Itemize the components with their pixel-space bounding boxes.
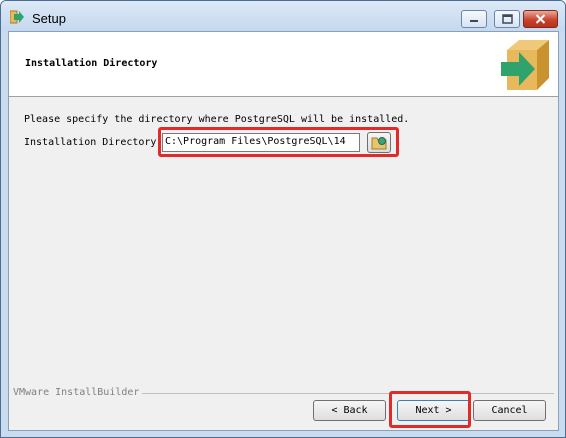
package-box-icon bbox=[501, 40, 549, 90]
setup-app-icon bbox=[10, 10, 24, 24]
install-dir-input[interactable]: C:\Program Files\PostgreSQL\14 bbox=[162, 133, 360, 152]
browse-button[interactable] bbox=[367, 132, 391, 153]
back-button[interactable]: < Back bbox=[313, 400, 386, 421]
page-header: Installation Directory bbox=[9, 32, 558, 97]
title-bar[interactable]: Setup bbox=[1, 1, 565, 31]
next-button[interactable]: Next > bbox=[397, 400, 470, 421]
minimize-button[interactable] bbox=[461, 10, 487, 28]
setup-window: Setup Installation Directory Please spec… bbox=[0, 0, 566, 438]
browse-folder-icon bbox=[371, 137, 387, 150]
close-button[interactable] bbox=[523, 10, 558, 28]
close-icon bbox=[535, 14, 546, 24]
window-title: Setup bbox=[32, 11, 66, 26]
page-title: Installation Directory bbox=[25, 58, 158, 69]
client-area: Installation Directory Please specify th… bbox=[8, 31, 559, 431]
cancel-button[interactable]: Cancel bbox=[473, 400, 546, 421]
maximize-button[interactable] bbox=[494, 10, 520, 28]
instruction-text: Please specify the directory where Postg… bbox=[24, 114, 410, 125]
install-dir-label: Installation Directory bbox=[24, 137, 157, 148]
maximize-icon bbox=[502, 14, 513, 24]
minimize-icon bbox=[470, 20, 478, 22]
installer-brand: VMware InstallBuilder bbox=[13, 387, 143, 398]
